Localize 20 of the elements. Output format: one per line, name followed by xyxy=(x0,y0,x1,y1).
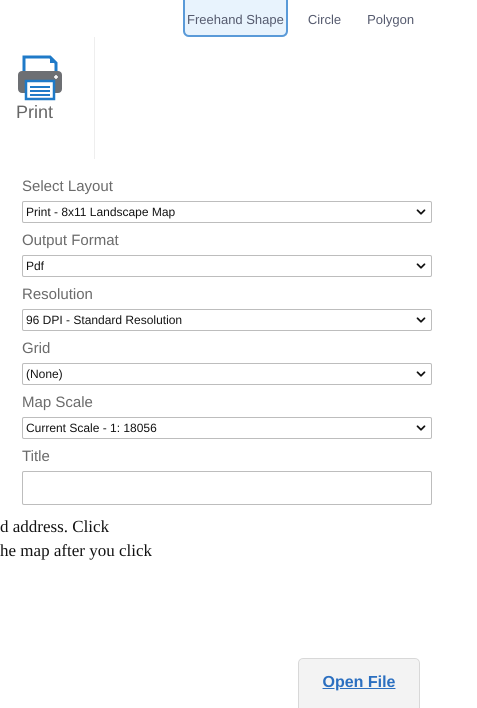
title-input-field[interactable] xyxy=(22,471,432,505)
draw-tool-tab[interactable]: Freehand Shape xyxy=(183,0,288,37)
dropdown[interactable]: Current Scale - 1: 18056 xyxy=(22,417,432,439)
draw-tool-tab[interactable]: Polygon xyxy=(361,0,420,37)
field-label: Output Format xyxy=(22,231,120,251)
dropdown[interactable]: 96 DPI - Standard Resolution xyxy=(22,309,432,331)
open-file-button[interactable]: Open File xyxy=(298,658,420,708)
instruction-text: he map after you click xyxy=(0,540,153,562)
field-label: Select Layout xyxy=(22,177,114,197)
field-label: Grid xyxy=(22,339,52,359)
draw-tool-tab[interactable]: Circle xyxy=(302,0,348,37)
dropdown[interactable]: Print - 8x11 Landscape Map xyxy=(22,201,432,223)
field-label: Resolution xyxy=(22,285,94,305)
print-tool[interactable]: Print xyxy=(0,37,95,159)
dropdown[interactable]: Pdf xyxy=(22,255,432,277)
field-label: Title xyxy=(22,447,51,467)
field-label: Map Scale xyxy=(22,393,94,413)
instruction-text: d address. Click xyxy=(0,516,110,538)
printer-icon xyxy=(16,55,64,101)
dropdown[interactable]: (None) xyxy=(22,363,432,385)
